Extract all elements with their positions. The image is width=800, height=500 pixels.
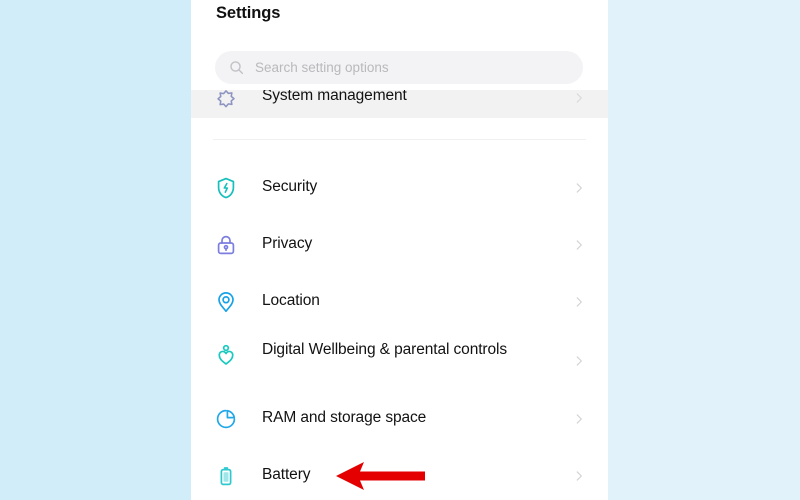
background-left (0, 0, 191, 500)
wellbeing-heart-person-icon (213, 342, 239, 368)
section-divider (213, 139, 586, 140)
title-bar: Settings (191, 0, 608, 34)
list-item-digital-wellbeing[interactable]: Digital Wellbeing & parental controls (191, 330, 608, 392)
lock-icon (213, 232, 239, 258)
list-item-label: Digital Wellbeing & parental controls (262, 341, 508, 358)
chevron-right-icon (572, 469, 586, 483)
list-item-privacy[interactable]: Privacy (191, 216, 608, 273)
settings-panel: System management Security Privacy Locat… (191, 0, 608, 500)
list-item-label: RAM and storage space (262, 409, 427, 426)
red-arrow-annotation (330, 458, 425, 494)
search-placeholder: Search setting options (255, 60, 389, 75)
list-item-security[interactable]: Security (191, 159, 608, 216)
chevron-right-icon (572, 295, 586, 309)
list-item-ram-and-storage[interactable]: RAM and storage space (191, 390, 608, 447)
background-right (608, 0, 800, 500)
chevron-right-icon (572, 238, 586, 252)
battery-icon (213, 463, 239, 489)
chevron-right-icon (572, 181, 586, 195)
page-title: Settings (216, 4, 281, 22)
chevron-right-icon (572, 412, 586, 426)
search-icon (228, 59, 245, 76)
screenshot-root: System management Security Privacy Locat… (0, 0, 800, 500)
list-item-label: Security (262, 178, 318, 195)
search-area: Search setting options (191, 34, 608, 90)
list-item-label: Location (262, 292, 320, 309)
shield-bolt-icon (213, 175, 239, 201)
list-item-label: Privacy (262, 235, 313, 252)
list-item-location[interactable]: Location (191, 273, 608, 330)
chevron-right-icon (572, 354, 586, 368)
pie-chart-icon (213, 406, 239, 432)
search-input[interactable]: Search setting options (215, 51, 583, 84)
location-pin-icon (213, 289, 239, 315)
chevron-right-icon (572, 91, 586, 105)
